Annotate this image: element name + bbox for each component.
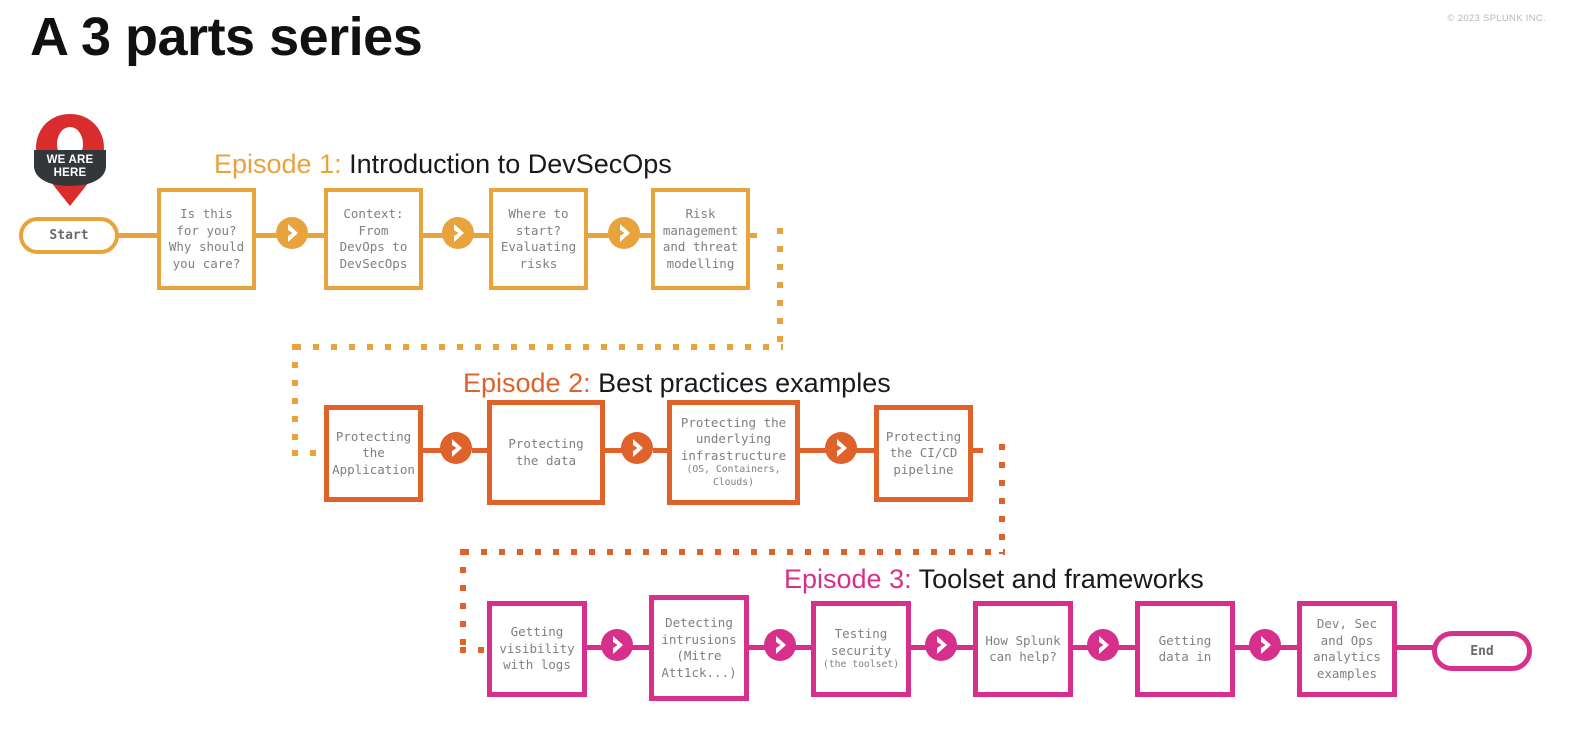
chevron-right-icon (441, 216, 475, 250)
episode-1-title: Introduction to DevSecOps (349, 149, 672, 179)
flow-node[interactable]: Context: From DevOps to DevSecOps (324, 188, 423, 290)
connector-line (115, 233, 160, 238)
slide-canvas: A 3 parts series © 2023 SPLUNK INC. WE A… (0, 0, 1582, 730)
episode-2-title: Best practices examples (598, 368, 891, 398)
flow-node[interactable]: Testing security (the toolset) (811, 601, 911, 697)
flow-node-text: How Splunk can help? (985, 632, 1061, 665)
flow-node[interactable]: Protecting the data (487, 400, 605, 505)
end-terminal[interactable]: End (1432, 631, 1532, 671)
episode-3-label: Episode 3: (784, 564, 919, 594)
chevron-right-icon (600, 628, 634, 662)
episode-3-heading: Episode 3: Toolset and frameworks (784, 566, 1204, 593)
connector-line (797, 448, 826, 453)
flow-node-text: Protecting the underlying infrastructure (680, 414, 787, 463)
episode-1-heading: Episode 1: Introduction to DevSecOps (214, 151, 672, 178)
flow-node-subtext: (OS, Containers, Clouds) (686, 464, 781, 489)
flow-node[interactable]: Getting visibility with logs (487, 601, 587, 697)
episode-2-heading: Episode 2: Best practices examples (463, 370, 891, 397)
flow-node-text: Risk management and threat modelling (662, 206, 739, 271)
flow-node[interactable]: Getting data in (1135, 601, 1235, 697)
dotted-connector (999, 444, 1005, 554)
copyright-notice: © 2023 SPLUNK INC. (1447, 13, 1546, 24)
chevron-right-icon (607, 216, 641, 250)
flow-node[interactable]: Where to start? Evaluating risks (489, 188, 588, 290)
flow-node[interactable]: Is this for you? Why should you care? (157, 188, 256, 290)
flow-node[interactable]: Protecting the underlying infrastructure (… (667, 400, 800, 505)
chevron-right-icon (1086, 628, 1120, 662)
flow-node-text: Testing security (830, 626, 892, 658)
flow-node[interactable]: Risk management and threat modelling (651, 188, 750, 290)
episode-1-label: Episode 1: (214, 149, 350, 179)
flow-node[interactable]: How Splunk can help? (973, 601, 1073, 697)
start-terminal[interactable]: Start (19, 217, 119, 254)
connector-line (1393, 645, 1435, 650)
flow-node-text: Where to start? Evaluating risks (500, 206, 577, 271)
flow-node-text: Detecting intrusions (Mitre Att1ck...) (661, 615, 737, 680)
episode-3-title: Toolset and frameworks (918, 564, 1204, 594)
dotted-connector (777, 228, 783, 348)
dotted-connector (292, 450, 328, 456)
flow-node[interactable]: Protecting the CI/CD pipeline (874, 405, 973, 502)
flow-node-text: Getting visibility with logs (499, 624, 575, 673)
flow-node-text: Context: From DevOps to DevSecOps (339, 206, 408, 271)
flow-node-subtext: (the toolset) (822, 659, 900, 671)
dotted-connector (295, 344, 783, 350)
dotted-connector (292, 344, 298, 456)
flow-node-text: Protecting the Application (332, 428, 415, 477)
dotted-connector (463, 549, 1005, 555)
flow-node-text: Dev, Sec and Ops analytics examples (1313, 616, 1381, 681)
chevron-right-icon (1248, 628, 1282, 662)
chevron-right-icon (275, 216, 309, 250)
flow-node[interactable]: Dev, Sec and Ops analytics examples (1297, 601, 1397, 697)
connector-line (955, 645, 975, 650)
chevron-right-icon (824, 431, 858, 465)
flow-node[interactable]: Detecting intrusions (Mitre Att1ck...) (649, 595, 749, 701)
chevron-right-icon (620, 431, 654, 465)
episode-2-label: Episode 2: (463, 368, 599, 398)
we-are-here-pin: WE ARE HERE (28, 110, 112, 210)
flow-node-text: Protecting the data (508, 436, 584, 468)
chevron-right-icon (439, 431, 473, 465)
dotted-connector (460, 549, 466, 653)
flow-node-text: Getting data in (1158, 632, 1212, 665)
page-title: A 3 parts series (30, 7, 423, 67)
flow-node[interactable]: Protecting the Application (324, 405, 423, 502)
chevron-right-icon (924, 628, 958, 662)
flow-node-text: Protecting the CI/CD pipeline (885, 428, 962, 477)
chevron-right-icon (763, 628, 797, 662)
flow-node-text: Is this for you? Why should you care? (168, 206, 245, 271)
